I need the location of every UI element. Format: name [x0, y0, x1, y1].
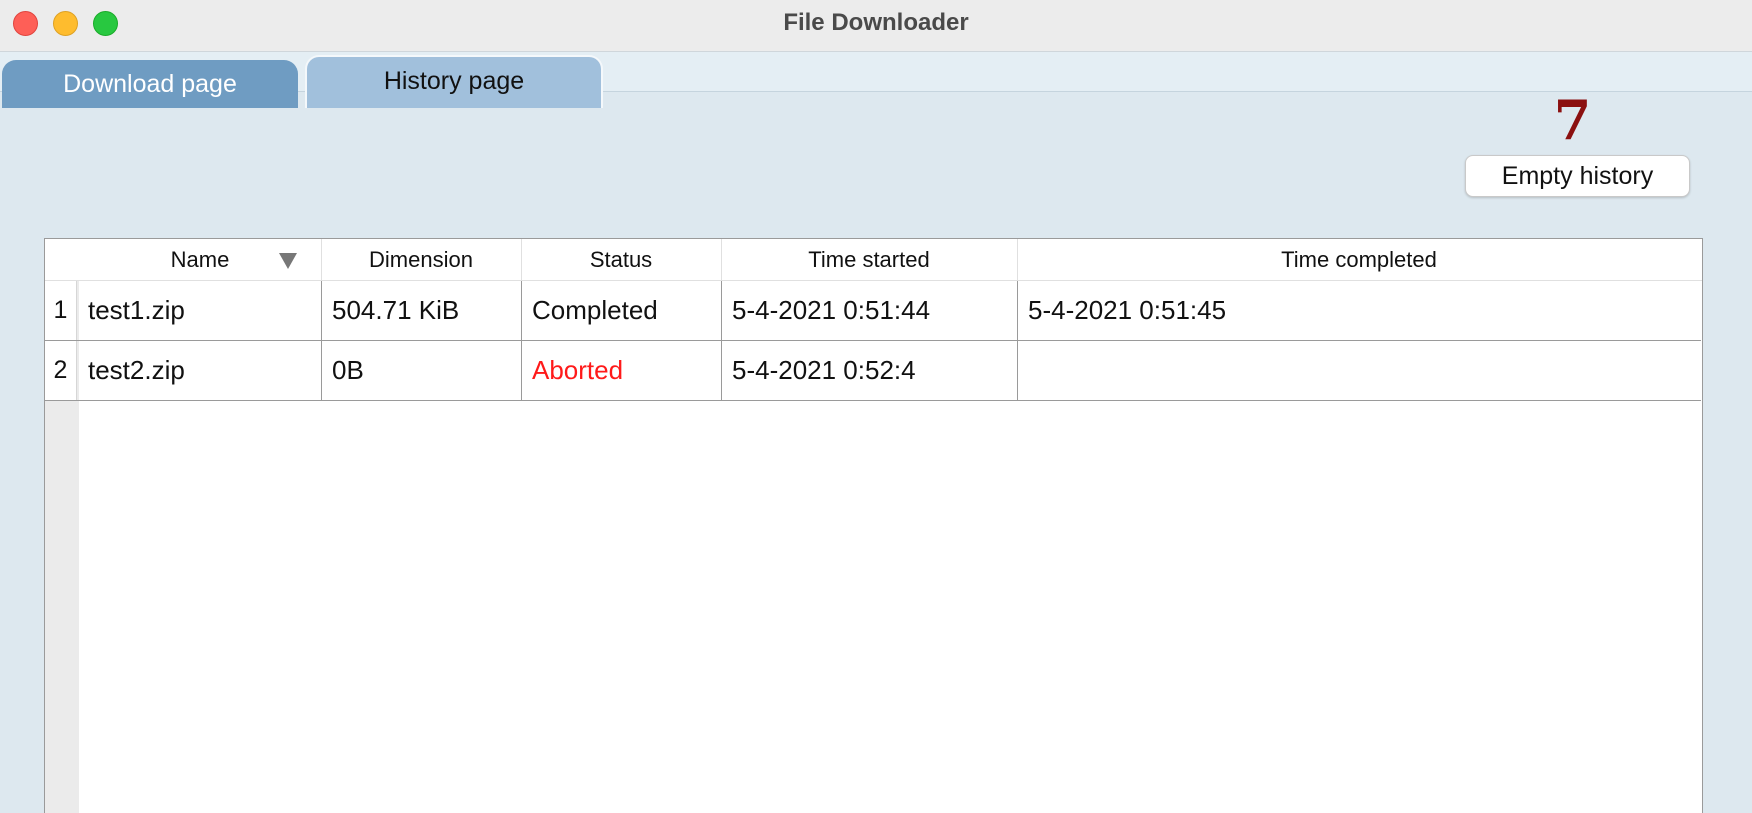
column-header-time-completed[interactable]: Time completed	[1017, 239, 1701, 281]
history-count-badge: 7	[1553, 88, 1592, 152]
sort-descending-icon	[279, 253, 297, 269]
column-header-dimension[interactable]: Dimension	[321, 239, 521, 281]
table-row[interactable]: 2 test2.zip 0B Aborted 5-4-2021 0:52:4	[45, 341, 1701, 401]
tab-strip: Download page History page	[0, 52, 1752, 108]
title-bar: File Downloader	[0, 0, 1752, 52]
table-header: Name Dimension Status Time started Time …	[45, 239, 1702, 281]
column-header-time-started[interactable]: Time started	[721, 239, 1017, 281]
cell-status: Completed	[521, 281, 721, 340]
table-row[interactable]: 1 test1.zip 504.71 KiB Completed 5-4-202…	[45, 281, 1701, 341]
cell-name: test2.zip	[88, 355, 185, 385]
tab-history-page[interactable]: History page	[305, 55, 603, 108]
window-title: File Downloader	[783, 9, 969, 36]
cell-status: Aborted	[521, 341, 721, 400]
row-index: 1	[45, 281, 77, 340]
cell-dimension: 504.71 KiB	[321, 281, 521, 340]
history-table: Name Dimension Status Time started Time …	[44, 238, 1703, 813]
column-header-name-label: Name	[170, 247, 230, 272]
cell-name: test1.zip	[88, 295, 185, 325]
column-header-name[interactable]: Name	[79, 239, 321, 281]
row-index: 2	[45, 341, 77, 400]
empty-history-button[interactable]: Empty history	[1465, 155, 1690, 197]
cell-dimension: 0B	[321, 341, 521, 400]
cell-time-started: 5-4-2021 0:52:4	[721, 341, 1017, 400]
tab-download-page[interactable]: Download page	[2, 60, 298, 108]
cell-time-started: 5-4-2021 0:51:44	[721, 281, 1017, 340]
cell-time-completed: 5-4-2021 0:51:45	[1017, 281, 1701, 340]
column-header-status[interactable]: Status	[521, 239, 721, 281]
cell-time-completed	[1017, 341, 1701, 400]
